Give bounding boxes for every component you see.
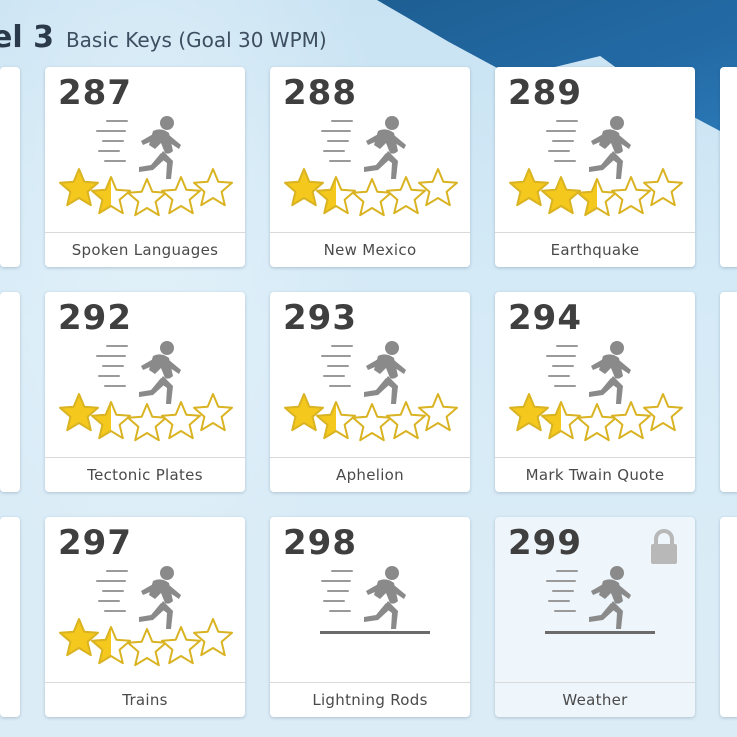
star-icon	[643, 168, 683, 207]
level-title: el 3	[0, 20, 54, 55]
lesson-card[interactable]: 292 Tectonic Plates	[45, 292, 245, 492]
lock-icon	[651, 529, 677, 564]
star-icon	[59, 393, 99, 432]
lesson-label-bar: Earthquake	[495, 232, 695, 267]
lesson-title: Spoken Languages	[71, 241, 219, 259]
lesson-number: 297	[58, 523, 132, 563]
lesson-title: Weather	[562, 691, 628, 709]
lesson-number: 287	[58, 73, 132, 113]
star-rating	[509, 168, 683, 217]
lesson-label-bar: Weather	[495, 682, 695, 717]
lesson-title: New Mexico	[323, 241, 417, 259]
lesson-card[interactable]: 289 Earthquake	[495, 67, 695, 267]
star-icon	[352, 178, 392, 217]
level-subtitle: Basic Keys (Goal 30 WPM)	[65, 28, 327, 52]
lesson-number: 289	[508, 73, 582, 113]
lesson-label-bar: New Mexico	[270, 232, 470, 267]
lesson-card-partial[interactable]	[720, 67, 737, 267]
lesson-card[interactable]: 298 Lightning Rods	[270, 517, 470, 717]
runner-icon	[320, 566, 430, 634]
lesson-title: Lightning Rods	[312, 691, 428, 709]
lesson-card[interactable]: 287 Spoken Languages	[45, 67, 245, 267]
star-icon	[577, 403, 617, 442]
star-icon	[127, 403, 167, 442]
star-icon	[193, 168, 233, 207]
lesson-label-bar: Aphelion	[270, 457, 470, 492]
lesson-card[interactable]: 299 Weather	[495, 517, 695, 717]
lesson-title: Aphelion	[336, 466, 404, 484]
star-icon	[577, 178, 617, 217]
lesson-card[interactable]: 294 Mark Twain Quote	[495, 292, 695, 492]
lesson-label-bar: Lightning Rods	[270, 682, 470, 717]
star-rating	[284, 168, 458, 217]
star-icon	[418, 393, 458, 432]
star-rating	[59, 618, 233, 667]
lesson-card[interactable]: 293 Aphelion	[270, 292, 470, 492]
lesson-card-partial[interactable]	[720, 292, 737, 492]
lesson-card[interactable]: 288 New Mexico	[270, 67, 470, 267]
lesson-card[interactable]: 297 Trains	[45, 517, 245, 717]
lesson-card-partial[interactable]	[0, 67, 20, 267]
star-icon	[193, 618, 233, 657]
level-header: el 3 Basic Keys (Goal 30 WPM)	[0, 10, 327, 60]
lesson-number: 292	[58, 298, 132, 338]
lesson-number: 288	[283, 73, 357, 113]
star-rating	[59, 393, 233, 442]
lesson-card-partial[interactable]	[0, 517, 20, 717]
lesson-label-bar: Trains	[45, 682, 245, 717]
lesson-number: 299	[508, 523, 582, 563]
star-rating	[284, 393, 458, 442]
star-icon	[509, 168, 549, 207]
star-icon	[643, 393, 683, 432]
lesson-title: Earthquake	[550, 241, 640, 259]
star-rating	[509, 393, 683, 442]
star-icon	[418, 168, 458, 207]
star-icon	[59, 168, 99, 207]
lesson-label-bar: Tectonic Plates	[45, 457, 245, 492]
lesson-label-bar: Mark Twain Quote	[495, 457, 695, 492]
star-rating	[59, 168, 233, 217]
lesson-number: 293	[283, 298, 357, 338]
lesson-label-bar: Spoken Languages	[45, 232, 245, 267]
star-icon	[509, 393, 549, 432]
runner-icon	[545, 566, 655, 634]
lesson-card-partial[interactable]	[720, 517, 737, 717]
star-icon	[59, 618, 99, 657]
lesson-number: 294	[508, 298, 582, 338]
lesson-card-partial[interactable]	[0, 292, 20, 492]
star-icon	[193, 393, 233, 432]
star-icon	[352, 403, 392, 442]
star-icon	[127, 178, 167, 217]
star-icon	[284, 168, 324, 207]
lesson-title: Tectonic Plates	[87, 466, 203, 484]
star-icon	[284, 393, 324, 432]
lesson-title: Mark Twain Quote	[525, 466, 665, 484]
lesson-number: 298	[283, 523, 357, 563]
star-icon	[127, 628, 167, 667]
lesson-title: Trains	[122, 691, 168, 709]
